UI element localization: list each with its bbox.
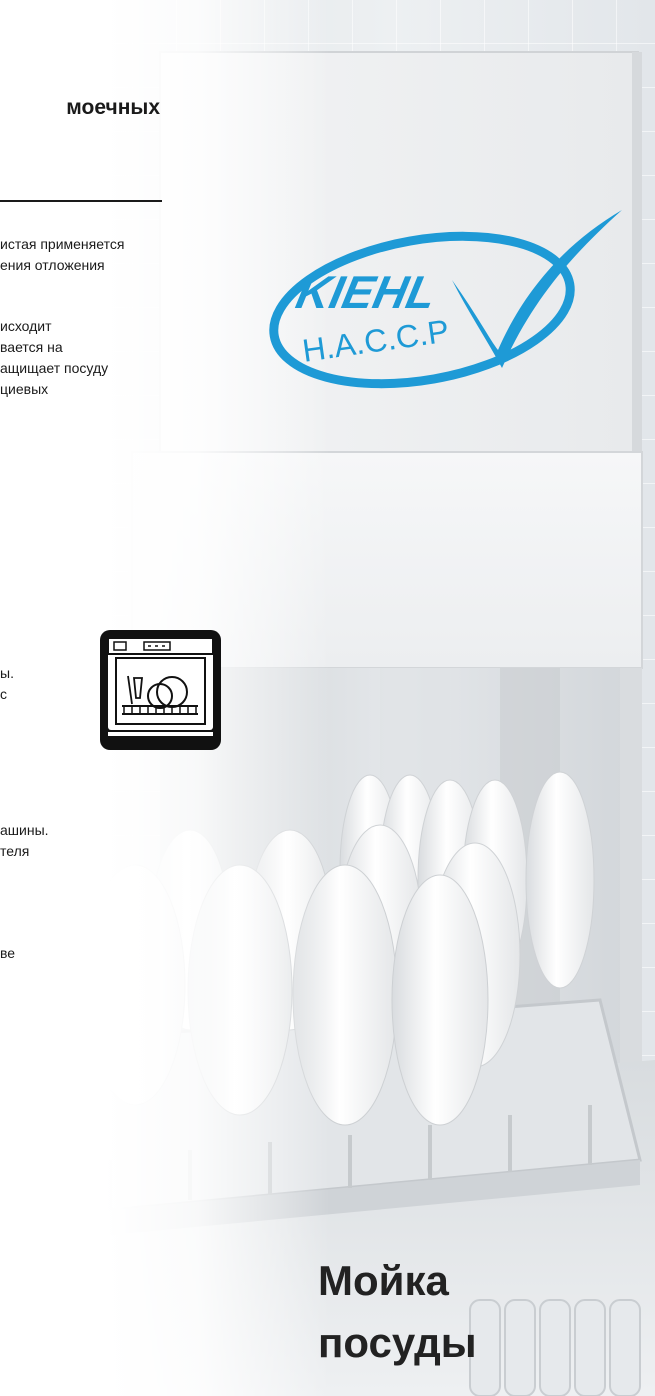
- paragraph-line: истая применяется: [0, 236, 125, 252]
- svg-text:KIEHL: KIEHL: [292, 266, 441, 317]
- paragraph-line: ве: [0, 945, 16, 961]
- paragraph-line: ы.: [0, 665, 14, 681]
- paragraph-line: циевых: [0, 381, 49, 397]
- paragraph-line: теля: [0, 843, 30, 859]
- paragraph-5: ве: [0, 943, 15, 964]
- paragraph-line: ения отложения: [0, 257, 105, 273]
- svg-text:H.A.C.C.P: H.A.C.C.P: [300, 313, 451, 369]
- paragraph-line: вается на: [0, 339, 63, 355]
- dishwasher-icon: [100, 630, 221, 750]
- title-line-1: Мойка: [318, 1257, 449, 1304]
- section-heading: моечных: [66, 96, 160, 119]
- paragraph-4: ашины. теля: [0, 820, 49, 862]
- title-line-2: посуды: [318, 1319, 477, 1366]
- kiehl-haccp-logo: KIEHL H.A.C.C.P: [269, 210, 622, 389]
- paragraph-line: ашины.: [0, 822, 49, 838]
- paragraph-line: с: [0, 686, 7, 702]
- page-title: Мойка посуды: [318, 1250, 638, 1374]
- paragraph-line: ащищает посуду: [0, 360, 109, 376]
- paragraph-2: исходит вается на ащищает посуду циевых: [0, 316, 192, 400]
- heading-rule: [0, 200, 162, 202]
- paragraph-3: ы. с: [0, 663, 14, 705]
- paragraph-1: истая применяется ения отложения: [0, 234, 184, 276]
- paragraph-line: исходит: [0, 318, 52, 334]
